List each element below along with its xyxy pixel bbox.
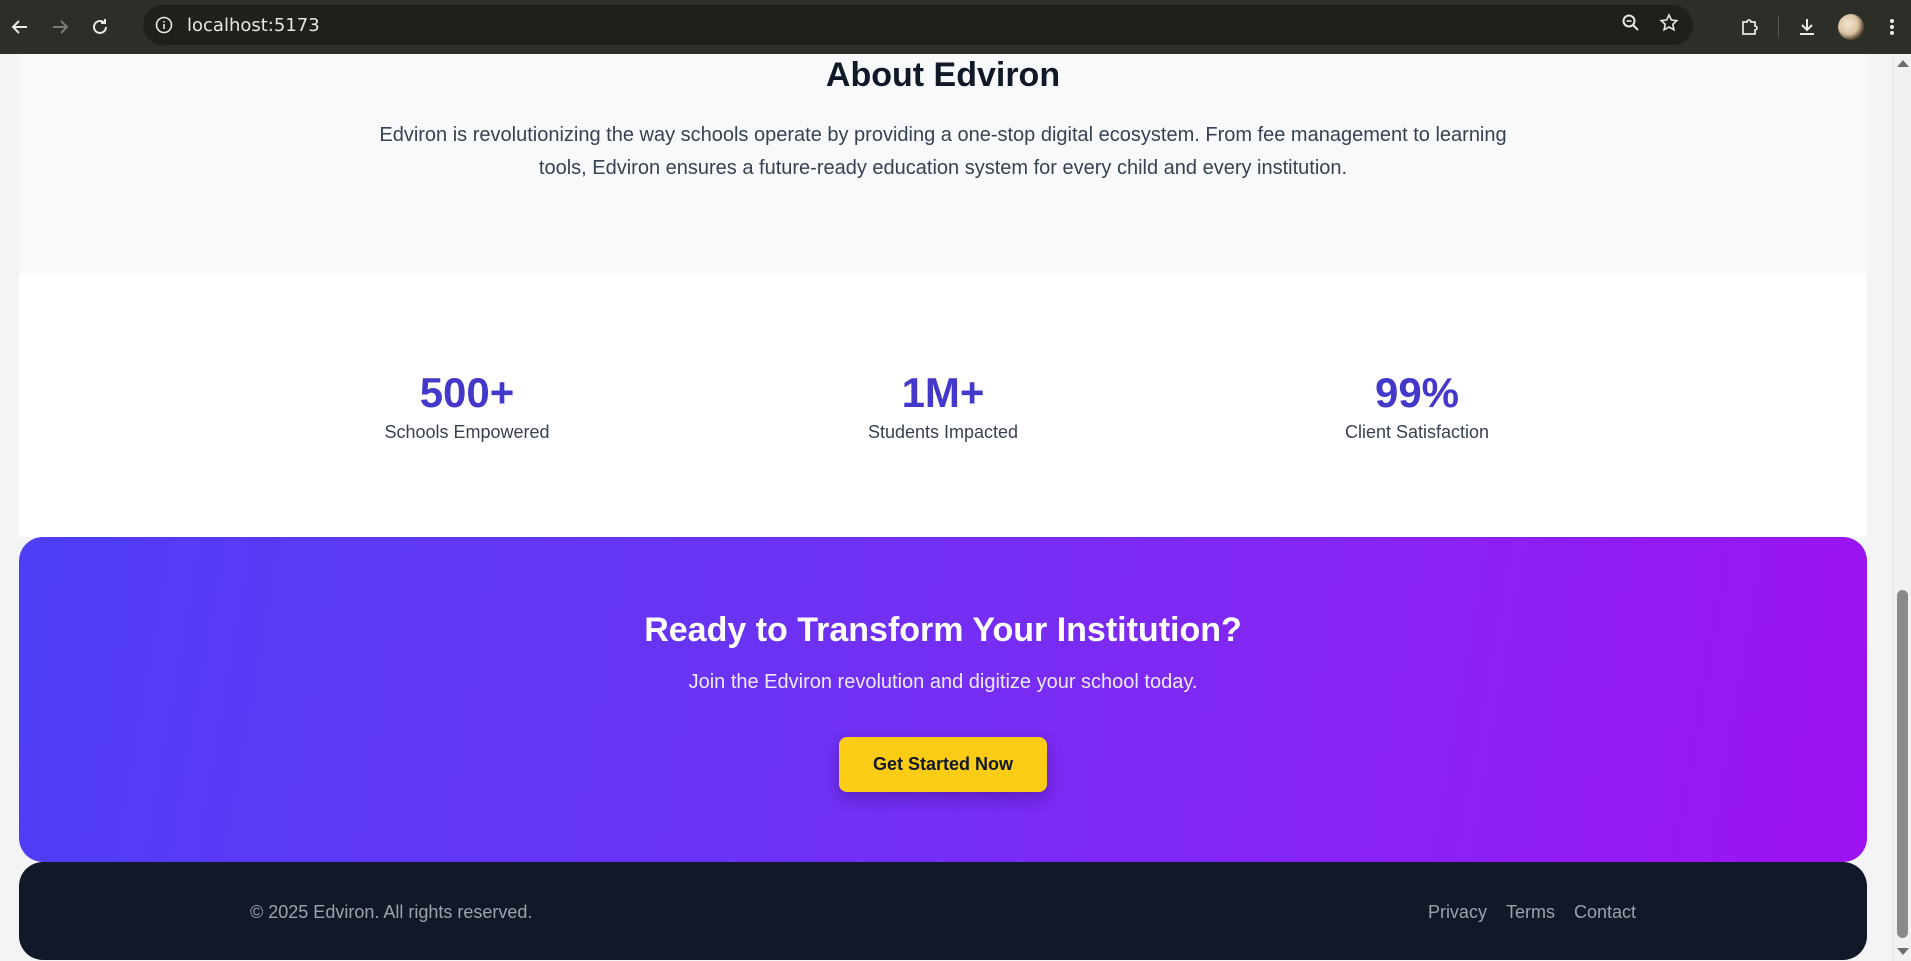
- scroll-up-arrow[interactable]: [1897, 60, 1909, 67]
- footer-link-privacy[interactable]: Privacy: [1428, 900, 1487, 924]
- cta-section: Ready to Transform Your Institution? Joi…: [19, 537, 1867, 862]
- stat-label: Client Satisfaction: [1344, 422, 1490, 442]
- site-info-button[interactable]: [151, 12, 177, 38]
- forward-button[interactable]: [40, 7, 80, 47]
- about-title: About Edviron: [825, 56, 1061, 94]
- footer: © 2025 Edviron. All rights reserved. Pri…: [19, 862, 1867, 960]
- back-button[interactable]: [0, 7, 40, 47]
- bookmark-button[interactable]: [1659, 12, 1679, 38]
- arrow-left-icon: [11, 20, 27, 34]
- footer-link-contact[interactable]: Contact: [1574, 900, 1636, 924]
- avatar: [1838, 14, 1864, 40]
- stat-value: 1M+: [901, 369, 985, 416]
- reload-button[interactable]: [80, 7, 120, 47]
- kebab-menu-icon: [1890, 19, 1894, 35]
- zoom-icon: [1622, 14, 1639, 31]
- stat-satisfaction: 99% Client Satisfaction: [1257, 370, 1577, 444]
- star-icon: [1659, 12, 1679, 31]
- stat-label: Students Impacted: [867, 422, 1019, 442]
- stat-schools: 500+ Schools Empowered: [307, 370, 627, 444]
- footer-copyright: © 2025 Edviron. All rights reserved.: [250, 902, 533, 922]
- page-viewport: About Edviron Edviron is revolutionizing…: [0, 54, 1911, 961]
- download-icon: [1800, 19, 1814, 35]
- toolbar-actions: [1728, 0, 1911, 54]
- cta-title: Ready to Transform Your Institution?: [644, 611, 1242, 649]
- extensions-button[interactable]: [1728, 5, 1772, 49]
- stat-label: Schools Empowered: [384, 422, 550, 442]
- stat-value: 99%: [1374, 369, 1460, 416]
- reload-icon: [93, 19, 107, 34]
- scroll-down-arrow[interactable]: [1897, 948, 1909, 955]
- stats-section: 500+ Schools Empowered 1M+ Students Impa…: [19, 275, 1867, 537]
- stat-students: 1M+ Students Impacted: [783, 370, 1103, 444]
- puzzle-icon: [1742, 19, 1758, 35]
- url-text[interactable]: localhost:5173: [187, 15, 320, 36]
- address-bar[interactable]: localhost:5173: [143, 5, 1693, 45]
- cta-subtitle: Join the Edviron revolution and digitize…: [688, 671, 1198, 693]
- info-icon: [155, 16, 173, 34]
- toolbar-divider: [1778, 16, 1779, 38]
- footer-link-terms[interactable]: Terms: [1506, 900, 1555, 924]
- browser-toolbar: localhost:5173: [0, 0, 1911, 54]
- profile-button[interactable]: [1829, 5, 1873, 49]
- about-section: About Edviron Edviron is revolutionizing…: [19, 54, 1867, 275]
- footer-links: Privacy Terms Contact: [1428, 900, 1636, 924]
- arrow-right-icon: [53, 20, 69, 34]
- vertical-scrollbar[interactable]: [1892, 54, 1911, 961]
- landing-page: About Edviron Edviron is revolutionizing…: [19, 54, 1867, 961]
- zoom-button[interactable]: [1621, 13, 1641, 38]
- about-description: Edviron is revolutionizing the way schoo…: [379, 124, 1507, 179]
- stat-value: 500+: [419, 369, 515, 416]
- scrollbar-thumb[interactable]: [1897, 590, 1908, 938]
- downloads-button[interactable]: [1785, 5, 1829, 49]
- browser-menu-button[interactable]: [1873, 5, 1911, 49]
- get-started-button[interactable]: Get Started Now: [839, 737, 1047, 792]
